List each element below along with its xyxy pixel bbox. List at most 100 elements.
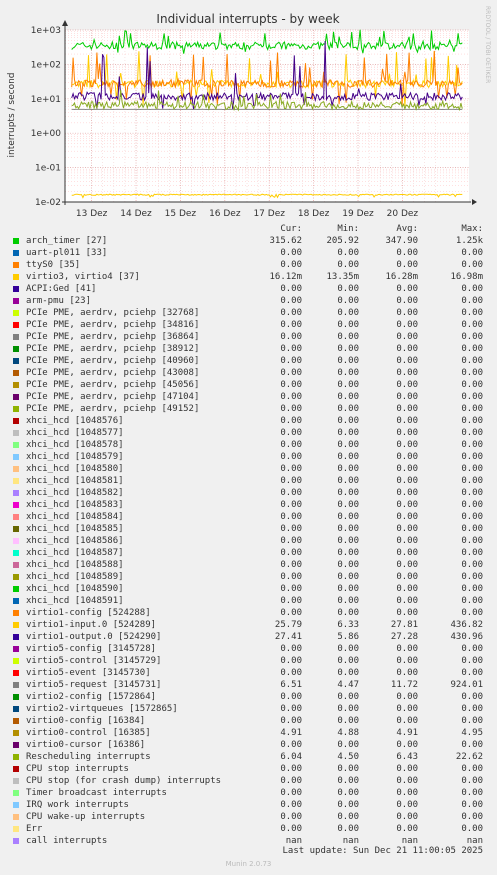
legend-max-value: 0.00 [461,824,483,834]
legend-avg-value: 0.00 [396,824,418,834]
legend-series-name: PCIe PME, aerdrv, pciehp [34816] [26,320,200,330]
legend-max-value: 924.01 [450,680,483,690]
header-avg: Avg: [396,224,418,234]
legend-max-value: 430.96 [450,632,483,642]
legend-max-value: 0.00 [461,380,483,390]
legend-row: xhci_hcd [1048577] 0.00 0.00 0.00 0.00 [0,427,497,439]
legend-row: virtio5-control [3145729] 0.00 0.00 0.00 0.0… [0,655,497,667]
legend-series-name: xhci_hcd [1048589] [26,572,124,582]
y-axis-arrow [62,20,68,26]
legend-row: virtio0-control [16385] 4.91 4.88 4.91 4.95 [0,727,497,739]
legend-avg-value: 0.00 [396,260,418,270]
legend-series-name: CPU stop interrupts [26,764,129,774]
legend-avg-value: 0.00 [396,524,418,534]
legend-row: xhci_hcd [1048578] 0.00 0.00 0.00 0.00 [0,439,497,451]
legend-row: xhci_hcd [1048576] 0.00 0.00 0.00 0.00 [0,415,497,427]
legend-max-value: 0.00 [461,464,483,474]
legend-series-name: virtio0-config [16384] [26,716,146,726]
legend-series-name: CPU stop (for crash dump) interrupts [26,776,222,786]
legend-row: PCIe PME, aerdrv, pciehp [34816] 0.00 0.00… [0,319,497,331]
legend-row: ACPI:Ged [41] 0.00 0.00 0.00 0.00 [0,283,497,295]
legend-row: virtio5-event [3145730] 0.00 0.00 0.00 0.00 [0,667,497,679]
legend-max-value: 0.00 [461,800,483,810]
legend-avg-value: 0.00 [396,392,418,402]
legend-avg-value: 0.00 [396,704,418,714]
legend-avg-value: 0.00 [396,428,418,438]
chart-title: Individual interrupts - by week [156,12,339,26]
legend-series-name: call interrupts [26,836,108,846]
legend-row: xhci_hcd [1048587] 0.00 0.00 0.00 0.00 [0,547,497,559]
legend-color-swatch [13,442,19,448]
legend-series-name: xhci_hcd [1048579] [26,452,124,462]
legend-max-value: 0.00 [461,524,483,534]
legend-max-value: 0.00 [461,560,483,570]
legend-color-swatch [13,478,19,484]
legend-row: xhci_hcd [1048586] 0.00 0.00 0.00 0.00 [0,535,497,547]
legend-color-swatch [13,742,19,748]
legend-row: xhci_hcd [1048581] 0.00 0.00 0.00 0.00 [0,475,497,487]
legend-color-swatch [13,646,19,652]
y-tick-label: 1e+00 [31,129,62,139]
legend-color-swatch [13,598,19,604]
legend-max-value: 0.00 [461,716,483,726]
legend-max-value: 0.00 [461,356,483,366]
legend-max-value: 0.00 [461,320,483,330]
legend-max-value: 0.00 [461,392,483,402]
legend-row: CPU stop (for crash dump) interrupts 0.00… [0,775,497,787]
last-update-text: Last update: Sun Dec 21 11:00:05 2025 [282,846,483,856]
legend-max-value: 0.00 [461,536,483,546]
legend-row: xhci_hcd [1048590] 0.00 0.00 0.00 0.00 [0,583,497,595]
legend-max-value: 4.95 [461,728,483,738]
munin-version: Munin 2.0.73 [225,860,272,868]
x-tick-label: 16 Dez [209,209,241,219]
legend-avg-value: 0.00 [396,356,418,366]
legend-avg-value: 0.00 [396,560,418,570]
legend-color-swatch [13,670,19,676]
legend-row: ttyS0 [35] 0.00 0.00 0.00 0.00 [0,259,497,271]
legend-series-name: xhci_hcd [1048585] [26,524,124,534]
legend-series-name: xhci_hcd [1048576] [26,416,124,426]
legend-color-swatch [13,394,19,400]
legend-max-value: 16.98m [450,272,483,282]
legend-series-name: arch_timer [27] [26,236,108,246]
legend-row: PCIe PME, aerdrv, pciehp [36864] 0.00 0.00… [0,331,497,343]
legend-row: uart-pl011 [33] 0.00 0.00 0.00 0.00 [0,247,497,259]
legend-color-swatch [13,418,19,424]
legend-max-value: 436.82 [450,620,483,630]
legend-max-value: 0.00 [461,788,483,798]
x-tick-label: 20 Dez [387,209,419,219]
legend-series-name: Err [26,824,43,834]
header-max: Max: [461,224,483,234]
legend-series-name: virtio5-control [3145729] [26,656,162,666]
legend-max-value: 0.00 [461,308,483,318]
legend-row: virtio1-output.0 [524290] 27.41 5.86 27.28 4… [0,631,497,643]
legend-avg-value: 0.00 [396,788,418,798]
legend-max-value: 0.00 [461,776,483,786]
legend-row: virtio5-config [3145728] 0.00 0.00 0.00 0.00 [0,643,497,655]
legend-avg-value: 0.00 [396,812,418,822]
legend-color-swatch [13,538,19,544]
legend-color-swatch [13,610,19,616]
legend-max-value: 0.00 [461,296,483,306]
legend-avg-value: 0.00 [396,596,418,606]
legend-color-swatch [13,454,19,460]
legend-avg-value: 0.00 [396,740,418,750]
y-tick-label: 1e+02 [31,60,61,70]
legend-color-swatch [13,790,19,796]
legend-row: virtio2-config [1572864] 0.00 0.00 0.00 0.00 [0,691,497,703]
legend-row: Rescheduling interrupts 6.04 4.50 6.43 22.62 [0,751,497,763]
legend-max-value: 0.00 [461,704,483,714]
legend-series-name: xhci_hcd [1048591] [26,596,124,606]
legend-color-swatch [13,298,19,304]
plot-area [65,30,469,202]
legend-avg-value: 16.28m [385,272,418,282]
legend-avg-value: 0.00 [396,764,418,774]
legend-series-name: PCIe PME, aerdrv, pciehp [43008] [26,368,200,378]
legend-row: xhci_hcd [1048579] 0.00 0.00 0.00 0.00 [0,451,497,463]
legend-avg-value: 0.00 [396,800,418,810]
y-axis-label: interrupts / second [7,73,17,158]
legend-series-name: xhci_hcd [1048586] [26,536,124,546]
legend-avg-value: 0.00 [396,512,418,522]
legend-avg-value: 0.00 [396,776,418,786]
legend-row: PCIe PME, aerdrv, pciehp [43008] 0.00 0.00… [0,367,497,379]
